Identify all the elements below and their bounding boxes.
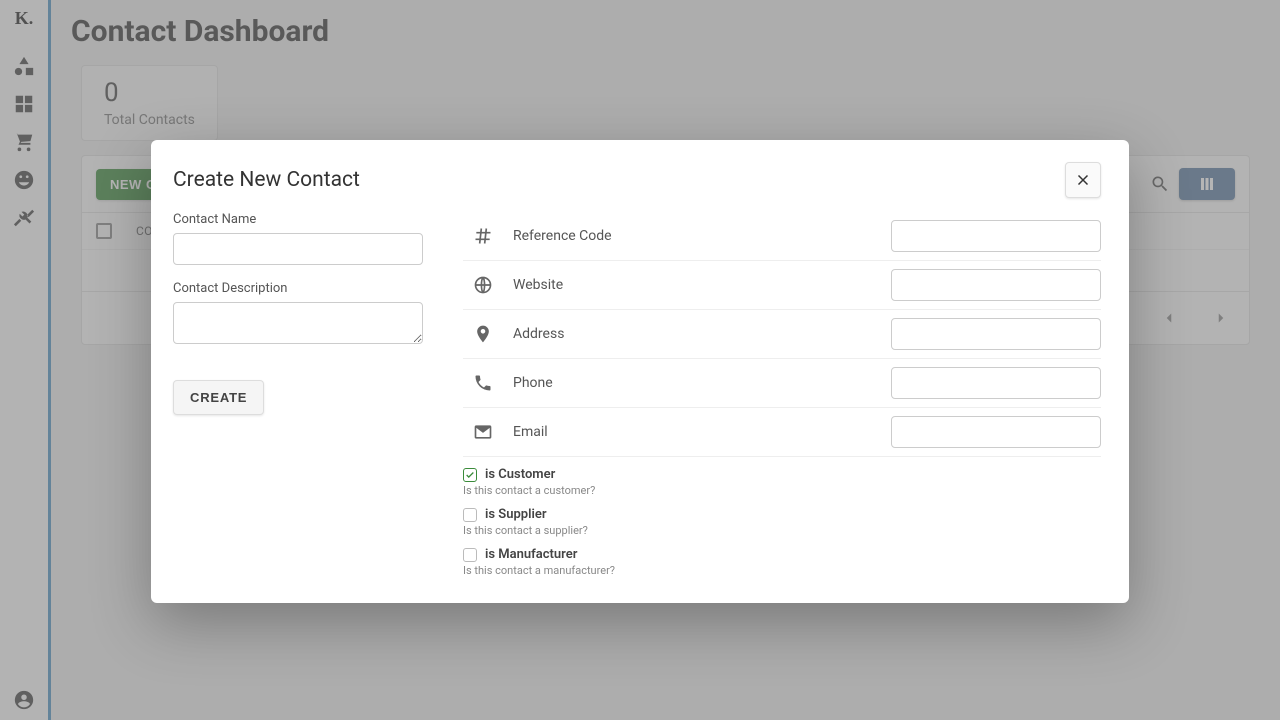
is-supplier-label: is Supplier [485, 507, 547, 522]
email-input[interactable] [891, 416, 1101, 448]
is-manufacturer-checkbox[interactable] [463, 548, 477, 562]
email-icon [463, 422, 503, 442]
email-label: Email [513, 424, 653, 440]
contact-description-label: Contact Description [173, 281, 423, 296]
website-label: Website [513, 277, 653, 293]
address-label: Address [513, 326, 653, 342]
contact-description-input[interactable] [173, 302, 423, 344]
reference-code-input[interactable] [891, 220, 1101, 252]
is-supplier-checkbox[interactable] [463, 508, 477, 522]
modal-title: Create New Contact [173, 168, 1065, 192]
address-input[interactable] [891, 318, 1101, 350]
reference-code-label: Reference Code [513, 228, 653, 244]
modal-overlay[interactable]: Create New Contact Contact Name Contact … [0, 0, 1280, 720]
modal-left-column: Contact Name Contact Description CREATE [173, 212, 423, 577]
contact-name-input[interactable] [173, 233, 423, 265]
globe-icon [463, 275, 503, 295]
phone-label: Phone [513, 375, 653, 391]
is-customer-label: is Customer [485, 467, 555, 482]
is-manufacturer-label: is Manufacturer [485, 547, 577, 562]
is-supplier-sub: Is this contact a supplier? [463, 524, 1101, 537]
hash-icon [463, 226, 503, 246]
location-icon [463, 324, 503, 344]
is-customer-checkbox[interactable] [463, 468, 477, 482]
create-button[interactable]: CREATE [173, 380, 264, 415]
website-input[interactable] [891, 269, 1101, 301]
contact-name-label: Contact Name [173, 212, 423, 227]
modal-close-button[interactable] [1065, 162, 1101, 198]
phone-icon [463, 373, 503, 393]
is-manufacturer-sub: Is this contact a manufacturer? [463, 564, 1101, 577]
modal-right-column: Reference Code Website Address Phone [463, 212, 1101, 577]
create-contact-modal: Create New Contact Contact Name Contact … [151, 140, 1129, 603]
is-customer-sub: Is this contact a customer? [463, 484, 1101, 497]
phone-input[interactable] [891, 367, 1101, 399]
